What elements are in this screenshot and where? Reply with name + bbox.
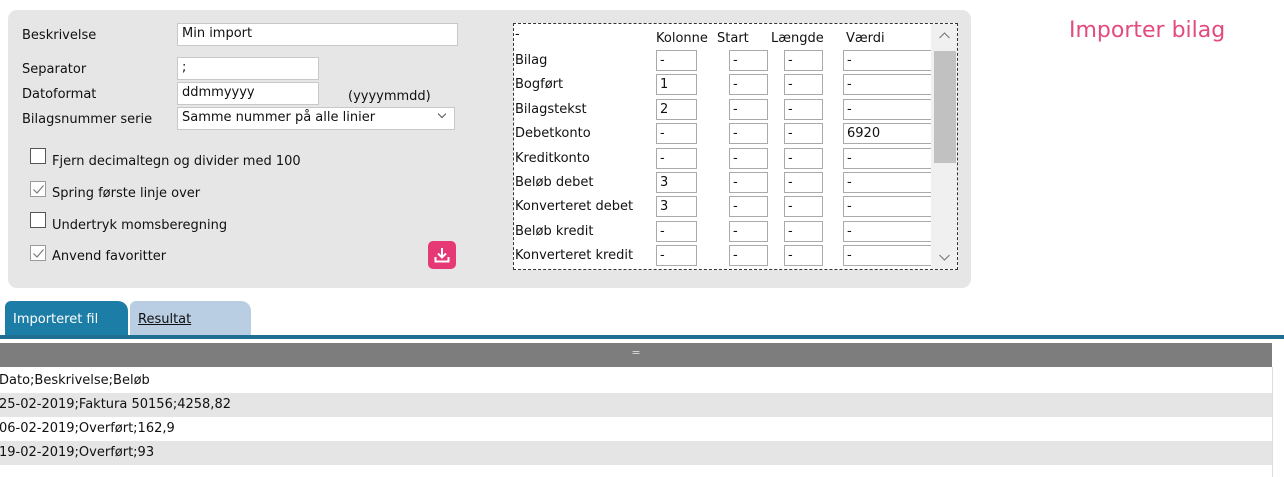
mapping-vaerdi-input[interactable]: - — [843, 74, 932, 96]
column-mapping-table: - Kolonne Start Længde Værdi Bilag - - - - Bo… — [513, 23, 958, 270]
mapping-vaerdi-input[interactable]: - — [843, 220, 932, 242]
mapping-start-input[interactable]: - — [729, 196, 768, 218]
mapping-row-label: Debetkonto — [515, 126, 591, 142]
mapping-laengde-input[interactable]: - — [784, 172, 823, 193]
mapping-scrollbar-thumb[interactable] — [934, 51, 956, 163]
file-line-row: 06-02-2019;Overført;162,9 — [0, 421, 175, 436]
mapping-laengde-input[interactable]: - — [784, 220, 823, 242]
datoformat-input[interactable]: ddmmyyyy — [177, 82, 319, 105]
header-kolonne: Kolonne — [656, 31, 708, 46]
chevron-down-icon[interactable] — [939, 254, 950, 261]
mapping-laengde-input[interactable]: - — [784, 123, 823, 145]
file-grid-header[interactable]: = — [0, 343, 1272, 367]
mapping-vaerdi-input[interactable]: - — [843, 245, 932, 267]
beskrivelse-input[interactable]: Min import — [177, 23, 458, 46]
file-line-row: 25-02-2019;Faktura 50156;4258,82 — [0, 393, 1272, 417]
mapping-start-input[interactable]: - — [729, 220, 768, 242]
serie-select-value: Samme nummer på alle linier — [182, 110, 376, 125]
beskrivelse-label: Beskrivelse — [22, 28, 97, 43]
mapping-kolonne-input[interactable]: 3 — [656, 172, 697, 193]
separator-input[interactable]: ; — [177, 57, 319, 80]
mapping-laengde-input[interactable]: - — [784, 74, 823, 96]
mapping-kolonne-input[interactable]: - — [656, 245, 697, 267]
mapping-vaerdi-input[interactable]: - — [843, 172, 932, 193]
header-vaerdi: Værdi — [846, 31, 885, 46]
mapping-kolonne-input[interactable]: 1 — [656, 74, 697, 96]
mapping-kolonne-input[interactable]: 2 — [656, 98, 697, 120]
chevron-up-icon[interactable] — [939, 32, 950, 39]
mapping-start-input[interactable]: - — [729, 98, 768, 120]
checkbox-label-spring-foerste-linje: Spring første linje over — [52, 186, 201, 201]
mapping-start-input[interactable]: - — [729, 172, 768, 193]
checkbox-label-fjern-decimaltegn: Fjern decimaltegn og divider med 100 — [52, 154, 301, 169]
mapping-row-label: Bilagstekst — [515, 101, 587, 117]
file-line-row: Dato;Beskrivelse;Beløb — [0, 373, 150, 388]
datoformat-hint: (yyyymmdd) — [348, 89, 431, 104]
mapping-kolonne-input[interactable]: - — [656, 147, 697, 169]
mapping-vaerdi-input[interactable]: - — [843, 196, 932, 218]
mapping-laengde-input[interactable]: - — [784, 98, 823, 120]
checkbox-spring-foerste-linje[interactable] — [30, 181, 46, 197]
mapping-vaerdi-input[interactable]: - — [843, 147, 932, 169]
checkbox-anvend-favoritter[interactable] — [30, 245, 46, 261]
separator-label: Separator — [22, 62, 87, 77]
tab-resultat[interactable]: Resultat — [130, 301, 251, 335]
mapping-start-input[interactable]: - — [729, 50, 768, 71]
mapping-vaerdi-input[interactable]: - — [843, 50, 932, 71]
mapping-start-input[interactable]: - — [729, 123, 768, 145]
file-grid-scrollbar[interactable] — [1272, 367, 1284, 477]
mapping-start-input[interactable]: - — [729, 147, 768, 169]
mapping-row-label: Konverteret debet — [515, 199, 634, 215]
mapping-kolonne-input[interactable]: - — [656, 50, 697, 71]
page-title: Importer bilag — [1069, 18, 1226, 43]
mapping-row-label: Kreditkonto — [515, 150, 590, 166]
checkbox-fjern-decimaltegn[interactable] — [30, 148, 46, 164]
mapping-row-label: Bilag — [515, 53, 548, 68]
checkbox-label-anvend-favoritter: Anvend favoritter — [52, 249, 167, 264]
mapping-corner-label: - — [515, 27, 520, 42]
serie-label: Bilagsnummer serie — [22, 112, 153, 127]
header-start: Start — [717, 31, 749, 46]
checkbox-label-undertryk-moms: Undertryk momsberegning — [52, 218, 228, 233]
mapping-row-label: Konverteret kredit — [515, 248, 634, 264]
tab-importeret-fil[interactable]: Importeret fil — [5, 301, 128, 335]
mapping-vaerdi-input[interactable]: - — [843, 98, 932, 120]
chevron-down-icon — [438, 113, 446, 119]
mapping-scrollbar[interactable] — [931, 24, 957, 269]
mapping-start-input[interactable]: - — [729, 245, 768, 267]
header-laengde: Længde — [771, 31, 824, 46]
mapping-laengde-input[interactable]: - — [784, 50, 823, 71]
mapping-start-input[interactable]: - — [729, 74, 768, 96]
checkbox-undertryk-moms[interactable] — [30, 212, 46, 228]
mapping-laengde-input[interactable]: - — [784, 147, 823, 169]
mapping-row-label: Beløb debet — [515, 175, 594, 190]
download-icon — [434, 248, 450, 263]
checkmark-icon — [33, 185, 44, 194]
mapping-kolonne-input[interactable]: - — [656, 123, 697, 145]
datoformat-label: Datoformat — [22, 87, 97, 102]
mapping-kolonne-input[interactable]: 3 — [656, 196, 697, 218]
tab-underline — [0, 335, 1284, 339]
mapping-laengde-input[interactable]: - — [784, 196, 823, 218]
mapping-row-label: Beløb kredit — [515, 223, 594, 239]
mapping-laengde-input[interactable]: - — [784, 245, 823, 267]
mapping-kolonne-input[interactable]: - — [656, 220, 697, 242]
file-line-row: 19-02-2019;Overført;93 — [0, 441, 1272, 465]
checkmark-icon — [33, 249, 44, 258]
mapping-vaerdi-input[interactable]: 6920 — [843, 123, 932, 145]
serie-select[interactable]: Samme nummer på alle linier — [177, 107, 455, 130]
download-button[interactable] — [428, 241, 456, 269]
mapping-row-label: Bogført — [515, 77, 564, 93]
